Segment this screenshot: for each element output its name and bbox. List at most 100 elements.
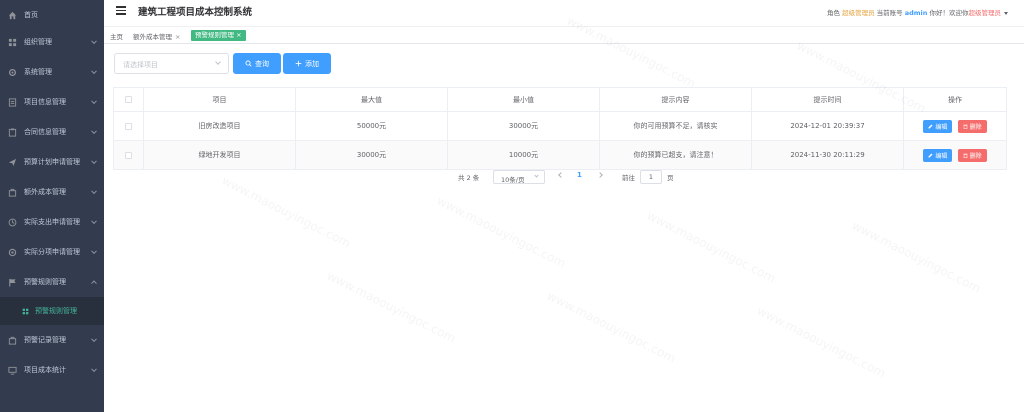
tag-warning-rules[interactable]: 预警规则管理 × (191, 30, 246, 41)
tags-bar: 主页 额外成本管理 × 预警规则管理 × (104, 26, 1024, 44)
account-value: admin (904, 9, 928, 17)
current-page-number[interactable]: 1 (577, 171, 582, 179)
select-all-checkbox[interactable] (125, 96, 132, 103)
grid-icon (22, 308, 29, 315)
row-checkbox[interactable] (125, 151, 132, 159)
query-button[interactable]: 查询 (233, 53, 281, 74)
close-icon[interactable]: × (175, 33, 180, 41)
account-prefix: 当前账号 (876, 9, 903, 17)
edit-icon (928, 153, 933, 157)
page-size-value: 10条/页 (501, 176, 525, 184)
project-cell: 旧房改造项目 (143, 111, 296, 141)
min-cell: 10000元 (447, 140, 600, 170)
menu-toggle-icon[interactable] (116, 6, 126, 16)
add-label: 添加 (305, 59, 319, 68)
sidebar-item-label: 实际分项申请管理 (24, 248, 80, 256)
edit-icon (928, 124, 933, 128)
send-icon (8, 158, 17, 167)
sidebar-item-actual-split[interactable]: 实际分项申请管理 (0, 237, 104, 267)
watermark: www.maoouyingoc.com (645, 208, 778, 285)
user-info: 角色 超级管理员 当前账号 admin 你好！欢迎你超级管理员 (827, 7, 1008, 17)
column-header: 最大值 (295, 87, 448, 112)
row-select-cell[interactable] (113, 111, 144, 141)
column-header: 提示内容 (599, 87, 752, 112)
sidebar-item-home[interactable]: 首页 (0, 0, 104, 30)
search-icon (245, 60, 252, 67)
close-icon[interactable]: × (236, 31, 241, 39)
delete-button[interactable]: 删除 (957, 119, 987, 133)
chevron-down-icon (91, 218, 97, 225)
settings-icon (8, 248, 17, 257)
sidebar-item-extra-cost[interactable]: 额外成本管理 (0, 177, 104, 207)
chevron-down-icon (91, 158, 97, 165)
chevron-down-icon (91, 38, 97, 45)
sidebar-item-org[interactable]: 组织管理 (0, 27, 104, 57)
bag-icon (8, 336, 17, 345)
sidebar-item-warning-rules[interactable]: 预警规则管理 (0, 267, 104, 297)
chevron-up-icon (91, 280, 97, 287)
trash-icon (963, 124, 968, 129)
sidebar-item-label: 预算计划申请管理 (24, 158, 80, 166)
next-page-icon[interactable] (597, 172, 603, 178)
warning-rules-table: 项目 最大值 最小值 提示内容 提示时间 操作 旧房改造项目 50000元 30… (113, 87, 1007, 170)
project-select[interactable]: 请选择项目 (114, 53, 229, 74)
sidebar-item-label: 组织管理 (24, 38, 52, 46)
monitor-icon (8, 366, 17, 375)
pagination-total: 共 2 条 (458, 174, 480, 182)
tip-cell: 你的预算已超支，请注意！ (599, 140, 752, 170)
tag-label: 预警规则管理 (195, 31, 234, 39)
flag-icon (8, 278, 17, 287)
sidebar-item-label: 项目成本统计 (24, 366, 66, 374)
sidebar-item-system[interactable]: 系统管理 (0, 57, 104, 87)
sidebar-item-label: 项目信息管理 (24, 98, 66, 106)
time-cell: 2024-12-01 20:39:37 (751, 111, 904, 141)
bag-icon (8, 188, 17, 197)
sidebar-item-contract[interactable]: 合同信息管理 (0, 117, 104, 147)
role-prefix: 角色 (827, 9, 841, 17)
goto-page-input[interactable]: 1 (640, 170, 662, 184)
tag-extra-cost[interactable]: 额外成本管理 × (133, 31, 180, 41)
sidebar-item-label: 预警规则管理 (24, 278, 66, 286)
chevron-down-icon (534, 173, 539, 178)
sidebar-subitem-warning-rules[interactable]: 预警规则管理 (0, 297, 104, 325)
max-cell: 30000元 (295, 140, 448, 170)
chevron-down-icon (91, 68, 97, 75)
tag-home[interactable]: 主页 (110, 31, 123, 41)
row-select-cell[interactable] (113, 140, 144, 170)
grid-icon (8, 38, 17, 47)
user-menu[interactable]: 超级管理员 (969, 9, 1002, 17)
clipboard-icon (8, 127, 17, 137)
sidebar-item-warning-records[interactable]: 预警记录管理 (0, 325, 104, 355)
chevron-down-icon (91, 128, 97, 135)
delete-label: 删除 (969, 152, 982, 160)
chevron-down-icon (91, 366, 97, 373)
sidebar-item-budget-plan[interactable]: 预算计划申请管理 (0, 147, 104, 177)
add-button[interactable]: 添加 (283, 53, 331, 74)
document-icon (8, 97, 17, 107)
caret-down-icon[interactable] (1004, 11, 1008, 15)
tag-label: 额外成本管理 (133, 33, 172, 41)
column-header: 最小值 (447, 87, 600, 112)
chevron-down-icon (91, 248, 97, 255)
sidebar-item-actual-expense[interactable]: 实际支出申请管理 (0, 207, 104, 237)
watermark: www.maoouyingoc.com (850, 218, 983, 295)
sidebar-item-label: 合同信息管理 (24, 128, 66, 136)
role-value: 超级管理员 (842, 9, 875, 17)
watermark: www.maoouyingoc.com (325, 268, 458, 345)
prev-page-icon[interactable] (558, 172, 564, 178)
edit-label: 编辑 (935, 123, 948, 131)
delete-button[interactable]: 删除 (957, 148, 987, 162)
project-cell: 绿地开发项目 (143, 140, 296, 170)
page-title: 建筑工程项目成本控制系统 (138, 7, 253, 18)
sidebar-item-project-info[interactable]: 项目信息管理 (0, 87, 104, 117)
row-checkbox[interactable] (125, 122, 132, 130)
sidebar-item-label: 实际支出申请管理 (24, 218, 80, 226)
edit-button[interactable]: 编辑 (923, 119, 953, 133)
query-label: 查询 (255, 59, 269, 68)
trash-icon (963, 153, 968, 158)
edit-button[interactable]: 编辑 (923, 148, 953, 162)
page-size-select[interactable]: 10条/页 (493, 170, 545, 184)
sidebar-item-cost-stats[interactable]: 项目成本统计 (0, 355, 104, 385)
sidebar-subitem-label: 预警规则管理 (35, 307, 77, 315)
select-all-cell[interactable] (113, 87, 144, 112)
